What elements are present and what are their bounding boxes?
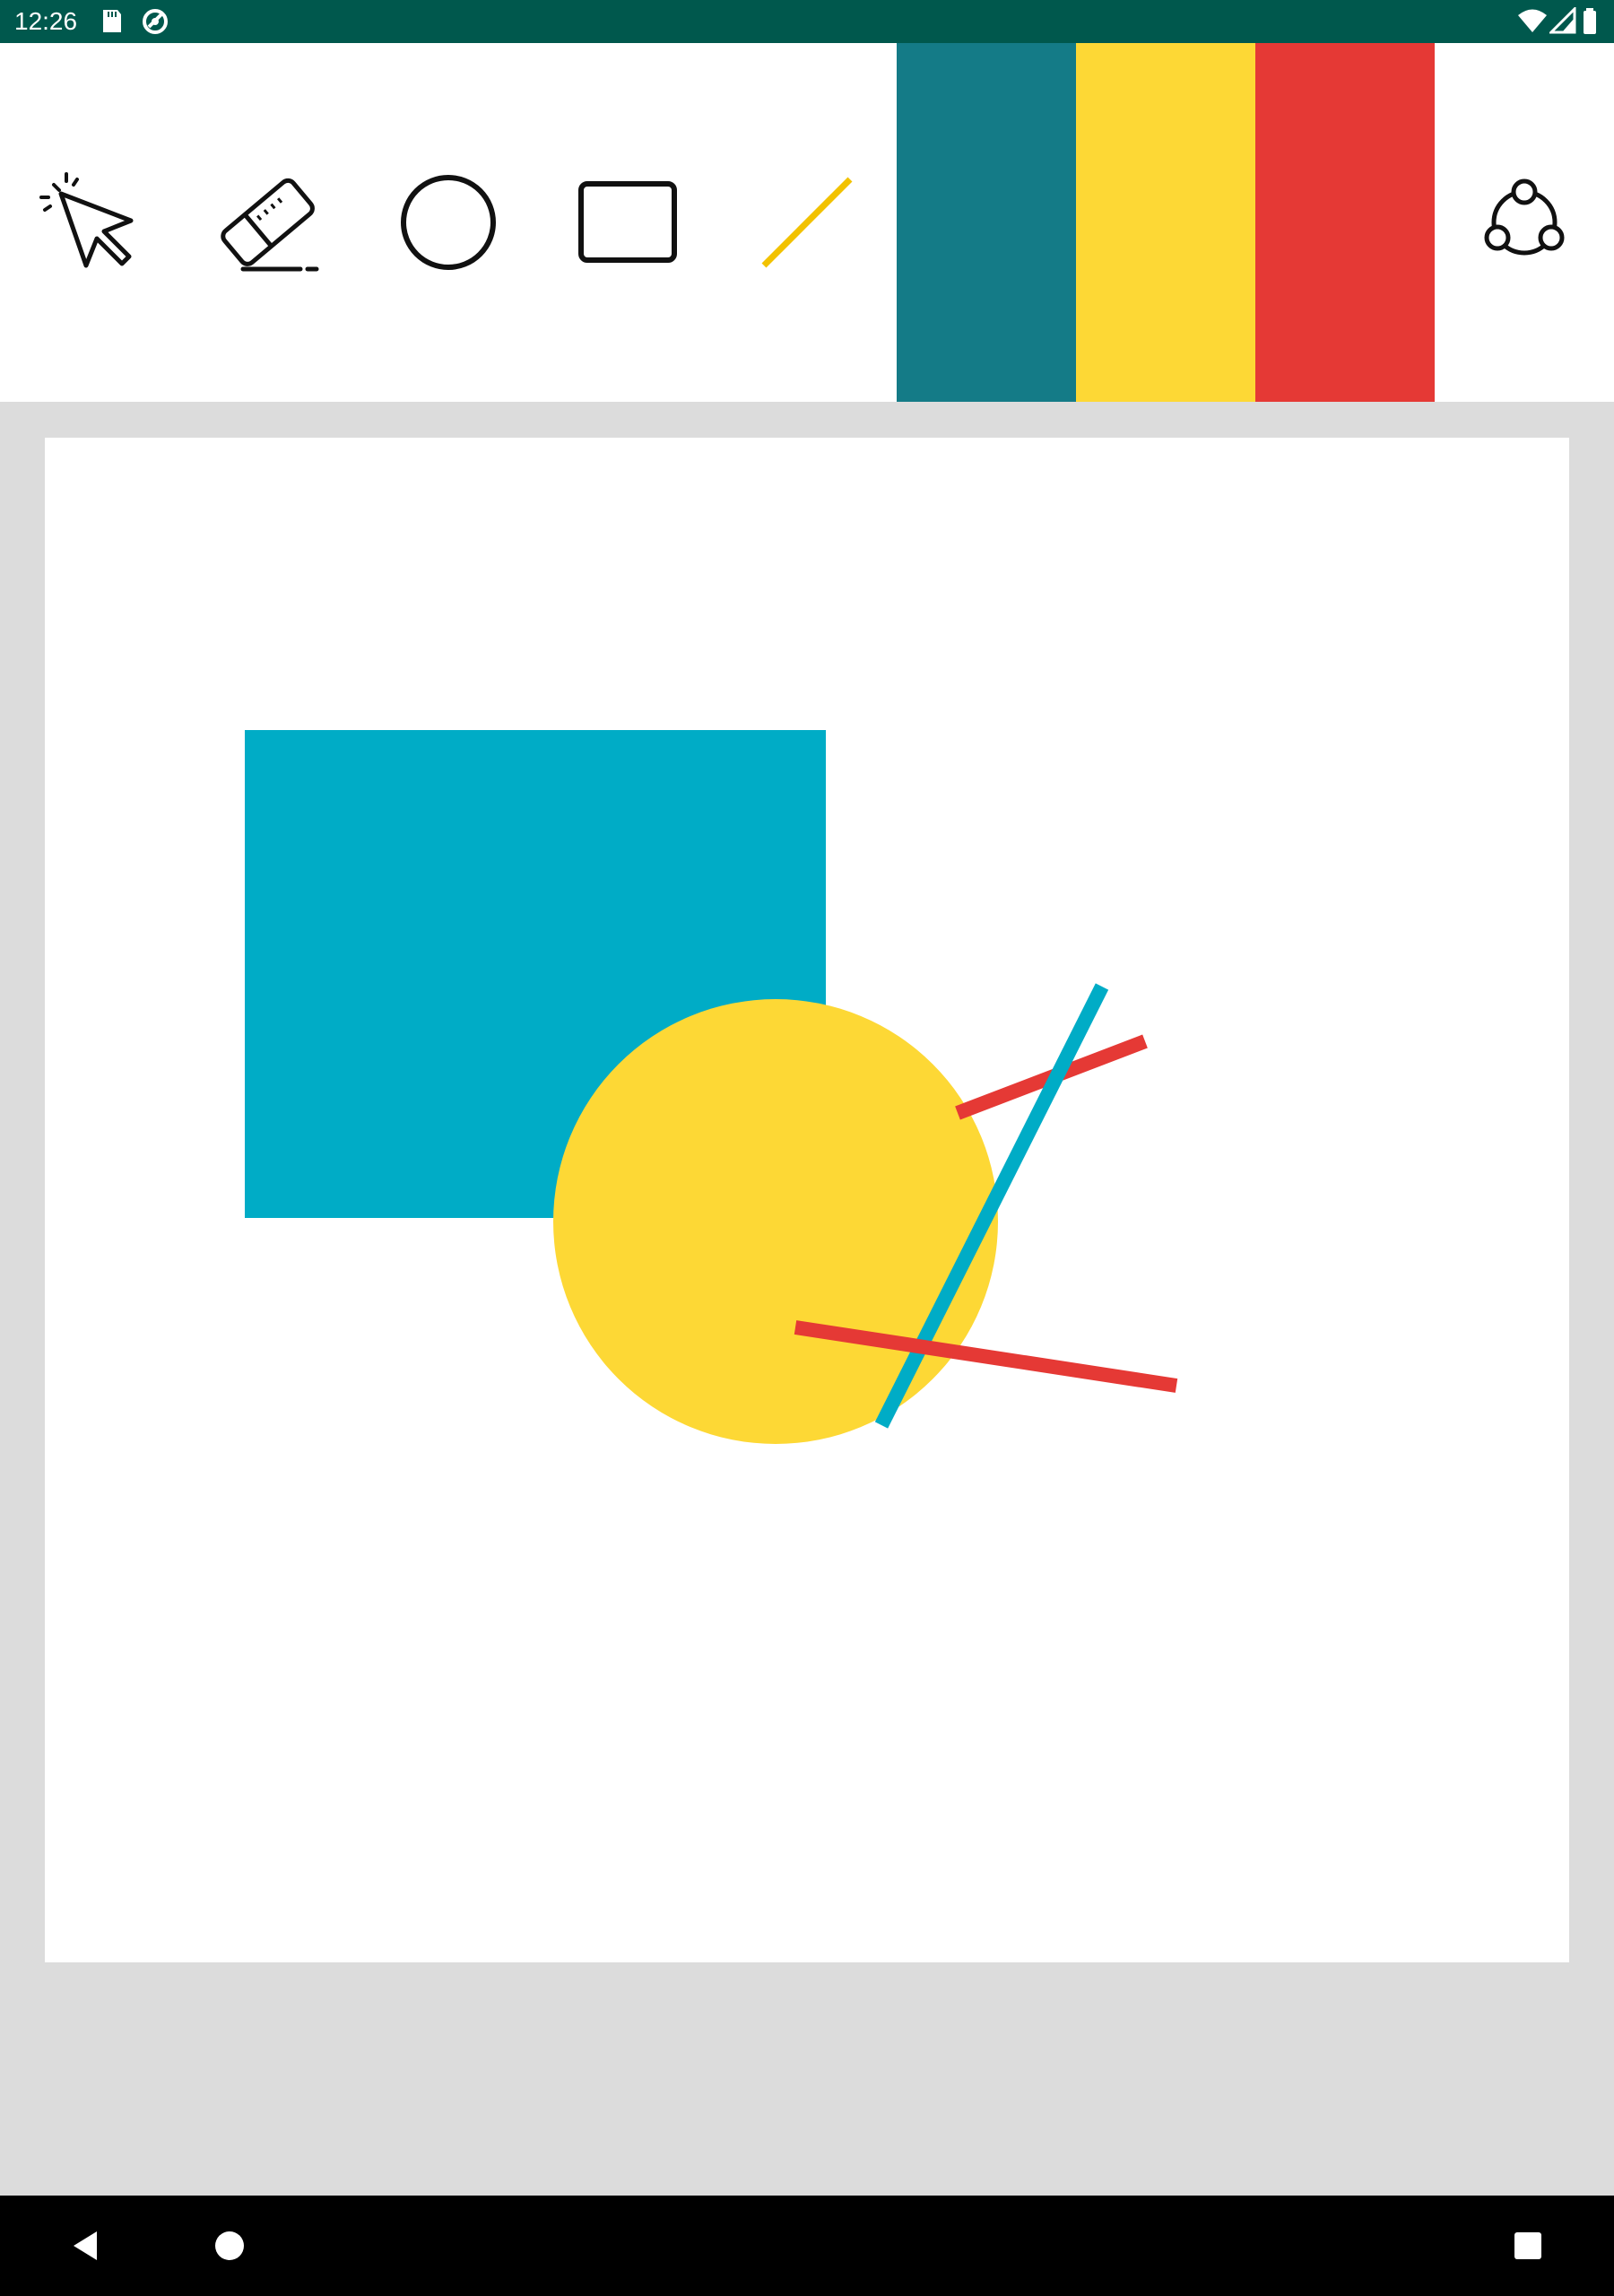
eraser-tool-button[interactable] [179, 43, 359, 402]
status-time: 12:26 [14, 7, 78, 35]
battery-icon [1582, 7, 1598, 40]
cellular-signal-icon [1548, 5, 1576, 40]
back-icon[interactable] [61, 2221, 111, 2275]
rectangle-icon [578, 181, 677, 263]
share-icon [1484, 178, 1565, 256]
rectangle-tool-button[interactable] [538, 43, 717, 402]
line-icon-stroke [761, 177, 853, 268]
select-tool-button[interactable] [0, 43, 179, 402]
toolbar [0, 43, 1614, 402]
color-swatch-yellow[interactable] [1076, 43, 1255, 402]
recents-icon[interactable] [1503, 2221, 1553, 2275]
line-icon [761, 177, 853, 268]
color-swatch-red[interactable] [1255, 43, 1435, 402]
share-button[interactable] [1435, 43, 1614, 402]
circle-tool-button[interactable] [359, 43, 538, 402]
yellow-circle-shape[interactable] [553, 999, 998, 1444]
canvas-area [0, 402, 1614, 2196]
wifi-icon [1517, 7, 1548, 40]
drawing-canvas[interactable] [45, 438, 1569, 1962]
canvas-drawing[interactable] [45, 438, 1569, 1962]
cursor-select-icon [39, 172, 134, 268]
line-tool-button[interactable] [717, 43, 897, 402]
color-swatch-teal[interactable] [897, 43, 1076, 402]
sd-card-icon [100, 7, 124, 40]
status-bar: 12:26 [0, 0, 1614, 43]
sync-icon [140, 7, 170, 40]
circle-icon [401, 175, 496, 270]
eraser-icon [221, 178, 319, 272]
navigation-bar [0, 2196, 1614, 2296]
home-icon[interactable] [204, 2221, 255, 2275]
